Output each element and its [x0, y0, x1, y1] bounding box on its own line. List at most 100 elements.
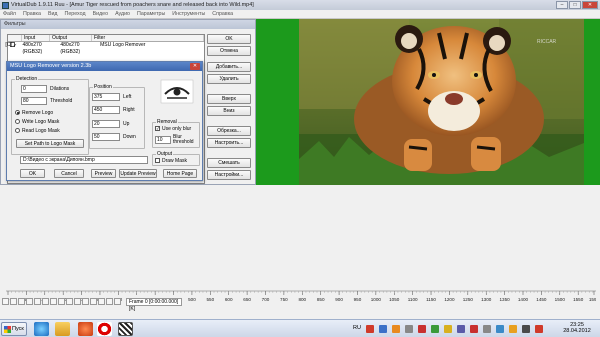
tray-icon-13[interactable] [522, 325, 530, 333]
play-output-icon[interactable] [18, 298, 25, 305]
next-icon[interactable] [58, 298, 65, 305]
dilations-label: Dilations [50, 86, 70, 92]
use-only-blur-checkbox[interactable]: ✓ Use only blur [155, 126, 191, 133]
end-icon[interactable] [66, 298, 73, 305]
tray-icon-5[interactable] [418, 325, 426, 333]
tray-icon-10[interactable] [483, 325, 491, 333]
removal-group-label: Removal [156, 119, 178, 125]
dialog-cancel-button[interactable]: Cancel [54, 169, 84, 178]
down-label: Down [123, 134, 136, 140]
tray-icon-2[interactable] [379, 325, 387, 333]
remove-logo-radio[interactable]: Remove Logo [15, 110, 53, 117]
cancel-button[interactable]: Отмена [207, 46, 251, 56]
opera-icon[interactable] [97, 322, 112, 336]
ruler-tick-label: 550 [206, 297, 214, 302]
scene-fwd-icon[interactable] [98, 298, 105, 305]
maximize-button[interactable]: □ [569, 1, 581, 9]
blend-button[interactable]: Смешать [207, 158, 251, 168]
up-label: Up [123, 121, 130, 127]
move-down-button[interactable]: Вниз [207, 106, 251, 116]
tray-icon-8[interactable] [457, 325, 465, 333]
configure-button[interactable]: Настроить... [207, 138, 251, 148]
stop-icon[interactable] [2, 298, 9, 305]
tray-icon-11[interactable] [496, 325, 504, 333]
up-input[interactable]: 20 [92, 120, 120, 128]
read-logo-mask-radio[interactable]: Read Logo Mask [15, 128, 60, 135]
menu-options[interactable]: Параметры [137, 11, 165, 17]
folder-icon[interactable] [55, 322, 70, 336]
back-icon[interactable] [42, 298, 49, 305]
virtualdub-icon [2, 1, 9, 9]
col-output: Output [50, 35, 92, 41]
menu-edit[interactable]: Правка [23, 11, 41, 17]
right-input[interactable]: 450 [92, 106, 120, 114]
menu-view[interactable]: Вид [48, 11, 58, 17]
draw-mask-checkbox[interactable]: Draw Mask [155, 158, 187, 165]
language-indicator[interactable]: RU [353, 325, 361, 331]
next-key-icon[interactable] [82, 298, 89, 305]
start-button[interactable]: Пуск [1, 322, 27, 336]
down-input[interactable]: 50 [92, 133, 120, 141]
ruler-tick-label: 1400 [518, 297, 529, 302]
tray-icon-9[interactable] [470, 325, 478, 333]
menu-bar: Файл Правка Вид Переход Видео Аудио Пара… [0, 10, 600, 19]
threshold-input[interactable]: 80 [21, 97, 47, 105]
menu-tools[interactable]: Инструменты [172, 11, 205, 17]
update-preview-button[interactable]: Update Preview [119, 169, 157, 178]
set-path-button[interactable]: Set Path to Logo Mask [16, 139, 84, 148]
crop-button[interactable]: Обрезка... [207, 126, 251, 136]
clock[interactable]: 23:25 28.04.2012 [557, 322, 597, 334]
scene-back-icon[interactable] [90, 298, 97, 305]
internet-explorer-icon[interactable] [34, 322, 49, 336]
menu-go[interactable]: Переход [65, 11, 86, 17]
filter-buttons: OK Отмена Добавить... Удалить Вверх Вниз… [207, 34, 251, 182]
logo-mask-path-field[interactable]: D:\Видео с экрана\Дипоян.bmp [20, 156, 148, 164]
tray-icon-3[interactable] [392, 325, 400, 333]
radio-dot-icon [15, 128, 20, 134]
prev-icon[interactable] [34, 298, 41, 305]
settings-button[interactable]: Настройки... [207, 170, 251, 180]
start-icon[interactable] [26, 298, 33, 305]
prev-key-icon[interactable] [74, 298, 81, 305]
menu-video[interactable]: Видео [93, 11, 108, 17]
dialog-ok-button[interactable]: OK [20, 169, 45, 178]
logo-dialog-close-button[interactable]: ✕ [190, 63, 200, 70]
output-group: Output Draw Mask [152, 151, 200, 166]
move-up-button[interactable]: Вверх [207, 94, 251, 104]
media-player-icon[interactable] [78, 322, 93, 336]
tray-icon-14[interactable] [535, 325, 543, 333]
write-logo-mask-radio[interactable]: Write Logo Mask [15, 119, 59, 126]
logo-dialog-title: MSU Logo Remover version 2.3b [7, 62, 202, 71]
tray-icon-7[interactable] [444, 325, 452, 333]
tray-icon-6[interactable] [431, 325, 439, 333]
left-label: Left [123, 94, 132, 100]
ruler-tick-label: 1550 [573, 297, 584, 302]
left-input[interactable]: 375 [92, 93, 120, 101]
dilations-input[interactable]: 0 [21, 85, 47, 93]
filter-list-header: Input Output Filter [8, 35, 204, 42]
position-group-label: Position [93, 84, 113, 90]
minimize-button[interactable]: – [556, 1, 568, 9]
menu-file[interactable]: Файл [3, 11, 16, 17]
mark-in-icon[interactable] [106, 298, 113, 305]
app-title: VirtualDub 1.9.11 Ruu - [Amur Tiger resc… [11, 2, 254, 8]
blur-threshold-input[interactable]: 10 [155, 136, 171, 144]
add-filter-button[interactable]: Добавить... [207, 62, 251, 72]
home-page-button[interactable]: Home Page [163, 169, 197, 178]
play-input-icon[interactable] [10, 298, 17, 305]
filter-row[interactable]: ✓ [C] 480x270 (RGB32) 480x270 (RGB32) MS… [5, 42, 204, 55]
preview-button[interactable]: Preview [91, 169, 116, 178]
tray-icon-1[interactable] [366, 325, 374, 333]
radio-dot-icon [15, 119, 20, 125]
tray-icon-4[interactable] [405, 325, 413, 333]
forward-icon[interactable] [50, 298, 57, 305]
mark-out-icon[interactable] [114, 298, 121, 305]
tray-icon-12[interactable] [509, 325, 517, 333]
close-button[interactable]: ✕ [582, 1, 598, 9]
delete-filter-button[interactable]: Удалить [207, 74, 251, 84]
ok-button[interactable]: OK [207, 34, 251, 44]
menu-audio[interactable]: Аудио [115, 11, 130, 17]
virtualdub-task-icon[interactable] [118, 322, 133, 336]
video-watermark: RICCAR [537, 39, 557, 45]
menu-help[interactable]: Справка [212, 11, 233, 17]
